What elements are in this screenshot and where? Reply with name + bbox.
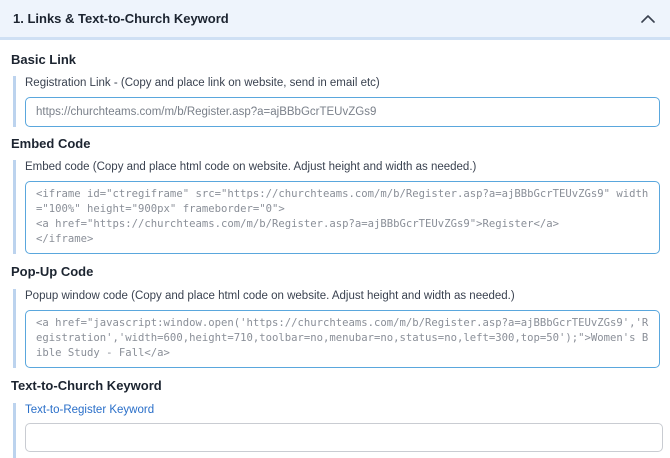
embed-code-textarea[interactable]: <iframe id="ctregiframe" src="https://ch…	[25, 181, 660, 254]
registration-link-input[interactable]: https://churchteams.com/m/b/Register.asp…	[25, 97, 660, 127]
basic-link-heading: Basic Link	[11, 52, 77, 67]
popup-code-heading: Pop-Up Code	[11, 264, 94, 279]
keyword-input[interactable]	[25, 423, 663, 452]
embed-code-label: Embed code (Copy and place html code on …	[25, 161, 477, 173]
chevron-up-icon[interactable]	[639, 10, 657, 28]
keyword-heading: Text-to-Church Keyword	[11, 378, 162, 393]
panel-header[interactable]: 1. Links & Text-to-Church Keyword	[0, 0, 670, 40]
embed-code-field: Embed code (Copy and place html code on …	[13, 160, 660, 254]
text-to-register-label[interactable]: Text-to-Register Keyword	[25, 403, 663, 417]
registration-link-label: Registration Link - (Copy and place link…	[25, 77, 380, 89]
panel-title: 1. Links & Text-to-Church Keyword	[13, 11, 229, 26]
basic-link-field: Registration Link - (Copy and place link…	[13, 76, 660, 127]
popup-code-field: Popup window code (Copy and place html c…	[13, 289, 660, 368]
embed-code-heading: Embed Code	[11, 136, 91, 151]
keyword-field: Text-to-Register Keyword	[13, 403, 663, 458]
popup-code-label: Popup window code (Copy and place html c…	[25, 290, 515, 302]
registration-link-value: https://churchteams.com/m/b/Register.asp…	[36, 106, 377, 118]
popup-code-textarea[interactable]: <a href="javascript:window.open('https:/…	[25, 310, 660, 368]
